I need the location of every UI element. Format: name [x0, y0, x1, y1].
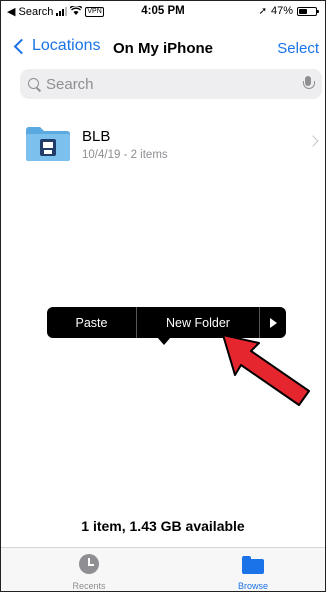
tab-recents-label: Recents — [72, 581, 106, 591]
tab-browse-label: Browse — [237, 581, 268, 591]
folder-meta: 10/4/19 - 2 items — [82, 149, 168, 161]
paste-menu-item[interactable]: Paste — [47, 307, 136, 338]
play-triangle-icon — [269, 317, 277, 328]
back-button-label: Locations — [32, 37, 101, 54]
search-input[interactable] — [46, 75, 302, 93]
search-icon — [28, 77, 41, 91]
battery-percent: 47% — [270, 5, 293, 17]
chevron-left-icon — [13, 38, 30, 54]
chevron-right-icon — [307, 135, 319, 147]
app-screen: ◀ Search VPN 4:05 PM ➚ 47% Locations On … — [0, 0, 326, 592]
folder-icon — [242, 556, 264, 574]
tab-bar: Recents Browse — [1, 547, 325, 591]
folder-icon — [26, 127, 70, 161]
search-bar[interactable] — [20, 69, 322, 99]
tab-recents[interactable]: Recents — [44, 554, 134, 591]
storage-info: 1 item, 1.43 GB available — [81, 518, 245, 534]
context-menu-pointer — [157, 337, 171, 345]
battery-icon — [297, 6, 319, 16]
navigation-bar: Locations On My iPhone Select — [1, 31, 325, 65]
list-item-folder[interactable]: BLB 10/4/19 - 2 items — [1, 117, 325, 175]
location-icon: ➚ — [258, 5, 267, 17]
battery-level — [299, 8, 307, 14]
red-arrow-annotation — [222, 334, 310, 406]
select-button[interactable]: Select — [277, 40, 319, 57]
folder-name: BLB — [82, 128, 111, 145]
status-right: ➚ 47% — [258, 5, 319, 17]
clock-icon — [79, 554, 99, 574]
status-bar: ◀ Search VPN 4:05 PM ➚ 47% — [1, 1, 325, 23]
locations-back-button[interactable]: Locations — [13, 37, 101, 55]
tab-browse[interactable]: Browse — [208, 554, 298, 591]
microphone-icon[interactable] — [302, 76, 315, 92]
